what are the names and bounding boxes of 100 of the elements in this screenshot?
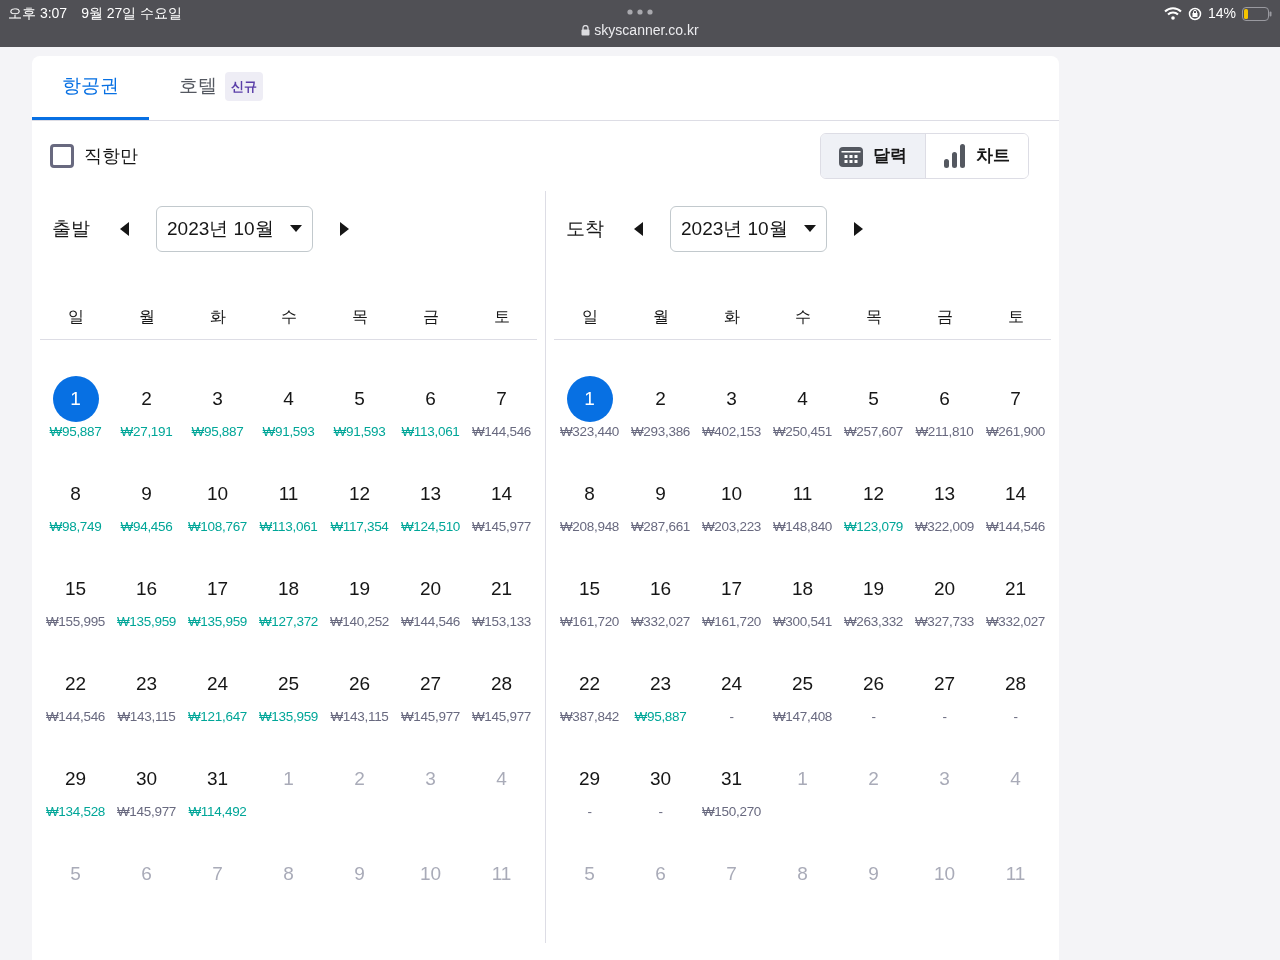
price-label: -	[1013, 708, 1018, 726]
day-button[interactable]: 25	[779, 661, 826, 707]
price-label: -	[729, 708, 734, 726]
day-button[interactable]: 15	[566, 566, 613, 612]
checkbox[interactable]	[50, 144, 74, 168]
price-label: ₩332,027	[630, 613, 691, 631]
weekday-label: 월	[652, 307, 669, 327]
day-button[interactable]: 23	[123, 661, 170, 707]
day-button[interactable]: 29	[52, 756, 99, 802]
day-button[interactable]: 21	[992, 566, 1039, 612]
month-select[interactable]: 2023년 10월	[670, 206, 827, 252]
day-button[interactable]: 31	[708, 756, 755, 802]
day-button[interactable]: 20	[921, 566, 968, 612]
tab[interactable]: 항공권	[32, 56, 149, 120]
day-button[interactable]: 26	[850, 661, 897, 707]
day-button[interactable]: 5	[850, 376, 897, 422]
month-select[interactable]: 2023년 10월	[156, 206, 313, 252]
day-button[interactable]: 13	[407, 471, 454, 517]
day-button[interactable]: 21	[478, 566, 525, 612]
weekday-label: 수	[794, 307, 811, 327]
day-button[interactable]: 14	[478, 471, 525, 517]
day-button[interactable]: 22	[566, 661, 613, 707]
day-button[interactable]: 31	[194, 756, 241, 802]
day-button[interactable]: 24	[194, 661, 241, 707]
day-button[interactable]: 26	[336, 661, 383, 707]
day-button[interactable]: 7	[478, 376, 525, 422]
day-button[interactable]: 17	[194, 566, 241, 612]
day-button[interactable]: 22	[52, 661, 99, 707]
weekday-label: 월	[138, 307, 155, 327]
price-label: ₩117,354	[330, 518, 389, 536]
day-button[interactable]: 28	[992, 661, 1039, 707]
price-label: ₩323,440	[559, 423, 620, 441]
day-button[interactable]: 30	[637, 756, 684, 802]
weekday-label: 수	[280, 307, 297, 327]
day-button[interactable]: 28	[478, 661, 525, 707]
day-button[interactable]: 17	[708, 566, 755, 612]
day-button[interactable]: 12	[850, 471, 897, 517]
day-button[interactable]: 3	[194, 376, 241, 422]
checkbox-label: 직항만	[84, 144, 138, 168]
weekday-label: 화	[209, 307, 226, 327]
price-label: ₩144,546	[985, 518, 1046, 536]
price-label: ₩322,009	[914, 518, 975, 536]
day-button[interactable]: 10	[194, 471, 241, 517]
rotation-lock-icon	[1187, 6, 1202, 21]
price-label: ₩27,191	[120, 423, 173, 441]
price-label: ₩402,153	[701, 423, 762, 441]
day-button[interactable]: 11	[265, 471, 312, 517]
day-button[interactable]: 19	[336, 566, 383, 612]
day-button[interactable]: 16	[637, 566, 684, 612]
view-toggle-button[interactable]: 차트	[925, 134, 1028, 178]
price-label: ₩143,115	[330, 708, 389, 726]
day-button[interactable]: 6	[407, 376, 454, 422]
day-button[interactable]: 30	[123, 756, 170, 802]
day-button[interactable]: 2	[123, 376, 170, 422]
price-label: ₩94,456	[120, 518, 173, 536]
price-label: -	[587, 803, 592, 821]
day-button[interactable]: 3	[708, 376, 755, 422]
weekday-label: 화	[723, 307, 740, 327]
day-button[interactable]: 7	[992, 376, 1039, 422]
day-button[interactable]: 12	[336, 471, 383, 517]
day-button[interactable]: 29	[566, 756, 613, 802]
day-button[interactable]: 19	[850, 566, 897, 612]
day-button[interactable]: 18	[779, 566, 826, 612]
price-label: -	[942, 708, 947, 726]
day-button[interactable]: 9	[637, 471, 684, 517]
day-button[interactable]: 13	[921, 471, 968, 517]
day-button[interactable]: 4	[265, 376, 312, 422]
day-button[interactable]: 14	[992, 471, 1039, 517]
price-label: ₩300,541	[772, 613, 833, 631]
price-label: ₩161,720	[559, 613, 620, 631]
day-button[interactable]: 4	[779, 376, 826, 422]
day-button[interactable]: 5	[336, 376, 383, 422]
day-button[interactable]: 10	[708, 471, 755, 517]
day-button[interactable]: 25	[265, 661, 312, 707]
left-triangle-icon	[118, 221, 130, 237]
price-label: ₩250,451	[772, 423, 833, 441]
day-button[interactable]: 6	[921, 376, 968, 422]
day-button[interactable]: 1	[566, 376, 613, 422]
day-button[interactable]: 11	[779, 471, 826, 517]
day-button[interactable]: 24	[708, 661, 755, 707]
tab[interactable]: 호텔 신규	[149, 56, 293, 120]
wifi-icon	[1163, 7, 1182, 20]
day-button[interactable]: 1	[52, 376, 99, 422]
day-button[interactable]: 8	[52, 471, 99, 517]
day-button[interactable]: 15	[52, 566, 99, 612]
price-label: -	[658, 803, 663, 821]
day-button[interactable]: 20	[407, 566, 454, 612]
price-label: ₩145,977	[471, 518, 532, 536]
day-button[interactable]: 2	[637, 376, 684, 422]
day-button[interactable]: 9	[123, 471, 170, 517]
new-badge: 신규	[225, 71, 263, 102]
view-toggle-button[interactable]: 달력	[821, 134, 925, 178]
day-button[interactable]: 27	[921, 661, 968, 707]
price-label: ₩114,492	[188, 803, 247, 821]
day-button[interactable]: 18	[265, 566, 312, 612]
day-button[interactable]: 27	[407, 661, 454, 707]
day-button[interactable]: 8	[566, 471, 613, 517]
day-button[interactable]: 23	[637, 661, 684, 707]
url-label: skyscanner.co.kr	[594, 21, 699, 40]
day-button[interactable]: 16	[123, 566, 170, 612]
